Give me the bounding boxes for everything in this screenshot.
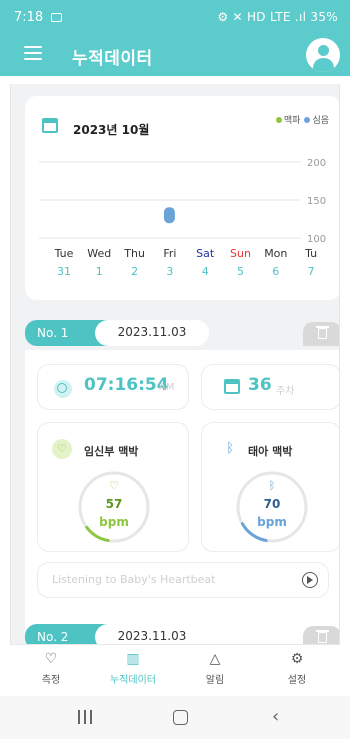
nav-label: 설정 bbox=[287, 675, 307, 686]
baby-pulse-card: ᛒ 태아 맥박 ᛒ 70 bpm bbox=[201, 422, 339, 552]
day-label: Thu bbox=[124, 247, 145, 260]
status-indicators: ⚙ ✕ HD LTE .ıl 35% bbox=[217, 10, 338, 24]
day-label: Sun bbox=[230, 247, 251, 260]
day-label: Tu bbox=[305, 247, 318, 260]
data-point[interactable] bbox=[163, 207, 175, 224]
menu-icon[interactable] bbox=[24, 46, 42, 60]
time-suffix: AM bbox=[159, 382, 175, 393]
play-icon[interactable] bbox=[302, 572, 318, 588]
chart-card: 2023년 10월 맥파 심음 100 150 200 Tue 31 Wed 1 Thu 2 F… bbox=[25, 96, 339, 300]
date-label[interactable]: 1 bbox=[82, 265, 116, 278]
mother-pulse-unit: bpm bbox=[99, 515, 129, 529]
home-button[interactable] bbox=[173, 710, 188, 725]
alert-icon: △ bbox=[209, 651, 221, 667]
date-label[interactable]: 31 bbox=[47, 265, 81, 278]
nav-label: 알림 bbox=[205, 675, 225, 686]
delete-record-button[interactable] bbox=[303, 322, 339, 346]
date-label[interactable]: 3 bbox=[153, 265, 187, 278]
system-nav-bar: ‹ bbox=[0, 696, 350, 739]
record-date: 2023.11.03 bbox=[95, 320, 209, 346]
listen-heartbeat-bar[interactable]: Listening to Baby's Heartbeat bbox=[37, 562, 329, 598]
nav-item-measure[interactable]: ♡ 측정 bbox=[10, 651, 92, 686]
bottom-nav: ♡ 측정 ▥ 누적데이터 △ 알림 ⚙ 설정 bbox=[10, 644, 340, 696]
date-label[interactable]: 7 bbox=[294, 265, 328, 278]
nav-label: 측정 bbox=[41, 675, 61, 686]
day-label: Mon bbox=[264, 247, 288, 260]
status-time: 7:18 bbox=[14, 10, 44, 25]
record-time: 07:16:54 bbox=[84, 375, 169, 395]
date-label[interactable]: 5 bbox=[224, 265, 258, 278]
day-label: Sat bbox=[196, 247, 215, 260]
y-tick-label: 150 bbox=[307, 196, 326, 207]
nav-item-settings[interactable]: ⚙ 설정 bbox=[256, 651, 338, 686]
date-label[interactable]: 4 bbox=[188, 265, 222, 278]
record-date: 2023.11.03 bbox=[95, 624, 209, 644]
record-header: No. 2 2023.11.03 bbox=[25, 624, 339, 644]
delete-record-button[interactable] bbox=[303, 626, 339, 644]
baby-icon: ᛒ bbox=[226, 441, 234, 456]
recent-apps-button[interactable] bbox=[78, 710, 92, 724]
date-label[interactable]: 6 bbox=[259, 265, 293, 278]
day-label: Fri bbox=[163, 247, 177, 260]
content-area[interactable]: 2023년 10월 맥파 심음 100 150 200 Tue 31 Wed 1 Thu 2 F… bbox=[10, 84, 340, 644]
heart-icon: ♡ bbox=[44, 651, 58, 667]
time-card: 07:16:54 AM bbox=[37, 364, 189, 410]
day-label: Wed bbox=[87, 247, 112, 260]
day-label: Tue bbox=[54, 247, 74, 260]
baby-pulse-title: 태아 맥박 bbox=[248, 445, 293, 458]
y-tick-label: 100 bbox=[307, 234, 326, 245]
heart-icon: ♡ bbox=[109, 479, 119, 492]
record-header: No. 1 2023.11.03 bbox=[25, 320, 339, 346]
mother-pulse-value: 57 bbox=[105, 497, 123, 511]
back-button[interactable]: ‹ bbox=[272, 706, 279, 727]
page-title: 누적데이터 bbox=[72, 49, 153, 69]
chart-icon: ▥ bbox=[126, 651, 140, 667]
clock-icon bbox=[54, 380, 72, 398]
week-suffix: 주차 bbox=[276, 386, 295, 397]
gear-icon: ⚙ bbox=[290, 651, 304, 667]
nav-item-history[interactable]: ▥ 누적데이터 bbox=[92, 651, 174, 686]
app-bar: 누적데이터 bbox=[0, 34, 350, 76]
status-bar: 7:18 ⚙ ✕ HD LTE .ıl 35% bbox=[0, 0, 350, 34]
pregnancy-week: 36 bbox=[248, 375, 272, 395]
record-panel: 07:16:54 AM 36 주차 ♡ 임신부 맥박 ♡ 57 bpm ᛒ 태아… bbox=[25, 350, 339, 644]
nav-label: 누적데이터 bbox=[110, 675, 156, 686]
image-notification-icon bbox=[51, 13, 62, 22]
listen-heartbeat-label: Listening to Baby's Heartbeat bbox=[52, 573, 216, 586]
mother-pulse-card: ♡ 임신부 맥박 ♡ 57 bpm bbox=[37, 422, 189, 552]
y-tick-label: 200 bbox=[307, 158, 326, 169]
avatar[interactable] bbox=[306, 38, 340, 72]
mother-pulse-title: 임신부 맥박 bbox=[84, 445, 139, 458]
heart-icon: ♡ bbox=[52, 439, 72, 459]
baby-pulse-unit: bpm bbox=[257, 515, 287, 529]
baby-icon: ᛒ bbox=[268, 479, 276, 492]
calendar-icon bbox=[224, 379, 240, 394]
nav-item-alerts[interactable]: △ 알림 bbox=[174, 651, 256, 686]
baby-pulse-value: 70 bbox=[263, 497, 281, 511]
date-label[interactable]: 2 bbox=[118, 265, 152, 278]
week-card: 36 주차 bbox=[201, 364, 339, 410]
